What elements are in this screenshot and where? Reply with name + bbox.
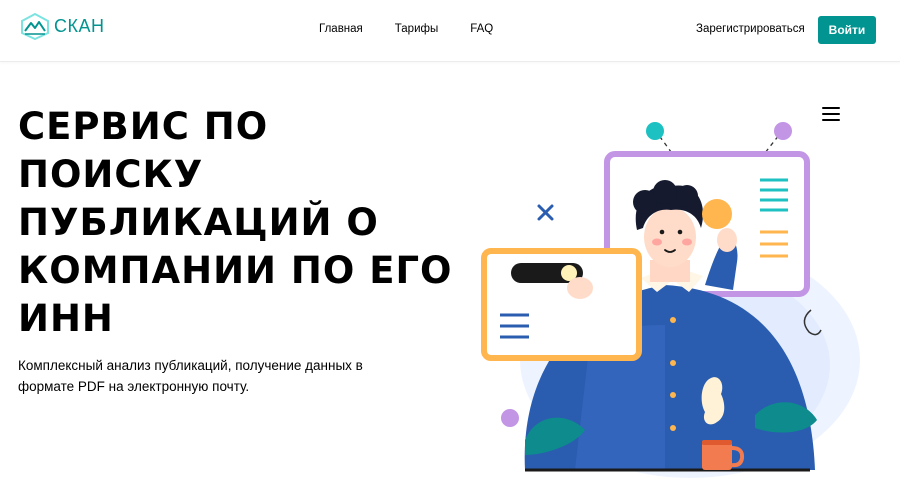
- hero-illustration: [481, 122, 860, 478]
- logo-text: СКАН: [54, 15, 105, 36]
- hero-description: Комплексный анализ публикаций, получение…: [18, 358, 363, 394]
- mug-icon: [702, 442, 732, 470]
- purple-dot-icon: [774, 122, 792, 140]
- hero-title: СЕРВИС ПО ПОИСКУ ПУБЛИКАЦИЙ О КОМПАНИИ П…: [18, 105, 453, 340]
- main-nav: Главная Тарифы FAQ: [319, 23, 493, 35]
- nav-item-faq[interactable]: FAQ: [470, 23, 493, 35]
- page: СКАН Главная Тарифы FAQ Зарегистрировать…: [0, 0, 900, 490]
- register-link[interactable]: Зарегистрироваться: [696, 23, 805, 35]
- login-button[interactable]: Войти: [818, 16, 876, 44]
- nav-item-tariffs[interactable]: Тарифы: [395, 23, 438, 35]
- site-header: СКАН Главная Тарифы FAQ Зарегистрировать…: [0, 0, 900, 62]
- logo[interactable]: СКАН: [20, 11, 105, 41]
- x-mark-icon: [537, 204, 554, 221]
- nav-item-home[interactable]: Главная: [319, 23, 363, 35]
- mountain-logo-icon: [21, 12, 49, 40]
- teal-dot-icon: [646, 122, 664, 140]
